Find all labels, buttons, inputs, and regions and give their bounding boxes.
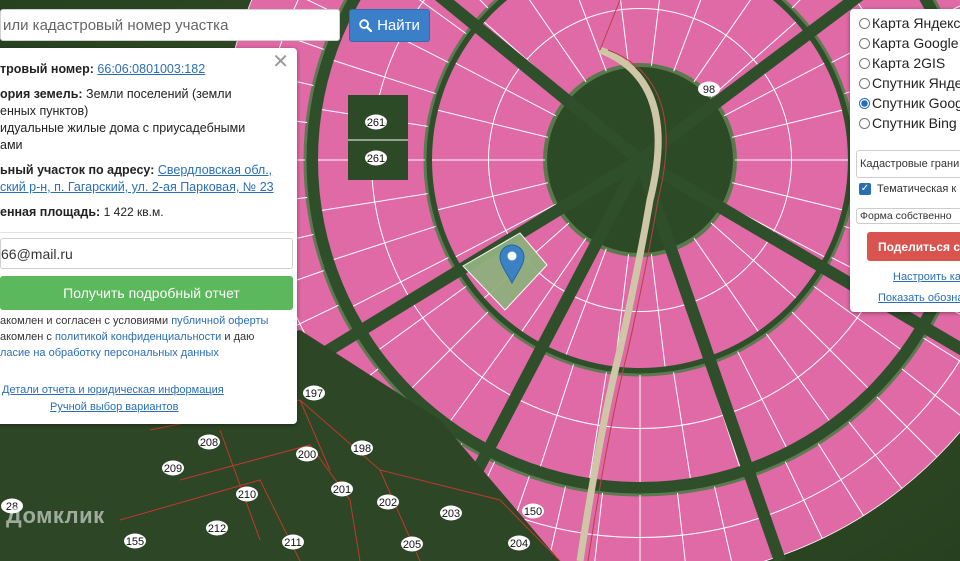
- search-icon: [359, 19, 373, 32]
- terms-line-2-text: акомлен с: [0, 331, 52, 343]
- map-layer-option[interactable]: Спутник Goog: [859, 95, 960, 111]
- show-legend-link[interactable]: Показать обозна: [878, 292, 960, 304]
- personal-data-consent-link[interactable]: ласие на обработку персональных данных: [0, 347, 219, 359]
- lot-number-label: 150: [524, 506, 542, 518]
- configure-map-link[interactable]: Настроить кар: [893, 271, 960, 283]
- public-offer-link[interactable]: публичной оферты: [171, 315, 268, 327]
- lot-number-label: 261: [367, 153, 385, 165]
- lot-number-label: 98: [703, 84, 715, 96]
- lot-number-label: 203: [442, 508, 460, 520]
- lot-number-label: 209: [164, 463, 182, 475]
- address-link-2-text[interactable]: ский р-н, п. Гагарский, ул. 2-ая Паркова…: [0, 180, 274, 194]
- lot-number-label: 197: [305, 388, 323, 400]
- area-label: енная площадь:: [0, 205, 101, 219]
- search-button-label: Найти: [377, 17, 420, 34]
- land-category-label: ория земель:: [0, 87, 83, 101]
- radio-icon[interactable]: [859, 17, 870, 29]
- area-row: енная площадь: 1 422 кв.м.: [0, 204, 164, 221]
- lot-number-label: 211: [284, 537, 302, 549]
- terms-line-1: акомлен и согласен с условиями публичной…: [0, 314, 268, 329]
- radio-icon[interactable]: [859, 77, 870, 89]
- email-field[interactable]: [0, 238, 293, 269]
- lot-number-label: 208: [200, 437, 218, 449]
- search-button[interactable]: Найти: [349, 9, 430, 42]
- address-link-2[interactable]: ский р-н, п. Гагарский, ул. 2-ая Паркова…: [0, 179, 274, 196]
- privacy-policy-link[interactable]: политикой конфиденциальности: [55, 331, 221, 343]
- cadastral-number-link[interactable]: 66:06:0801003:182: [97, 62, 205, 76]
- ownership-form-select[interactable]: Форма собственно: [856, 208, 960, 224]
- lot-number-label: 210: [238, 489, 256, 501]
- land-category-value-2: енных пунктов): [0, 104, 89, 118]
- permitted-use-line-2: ами: [0, 138, 23, 152]
- lot-number-label: 200: [298, 449, 316, 461]
- share-link-button[interactable]: Поделиться сс: [867, 232, 960, 261]
- parcel-info-panel: ✕ тровый номер: 66:06:0801003:182 ория з…: [0, 48, 297, 424]
- address-label: ьный участок по адресу:: [0, 163, 155, 177]
- lot-block-261: [348, 95, 408, 180]
- map-layer-option[interactable]: Карта Яндекс: [859, 15, 960, 31]
- area-value: 1 422 кв.м.: [103, 205, 164, 219]
- lot-number-label: 198: [353, 443, 371, 455]
- radio-selected-icon[interactable]: [859, 97, 870, 109]
- panel-divider: [0, 232, 294, 233]
- map-layer-option-label: Спутник Goog: [872, 95, 960, 111]
- radio-icon[interactable]: [859, 117, 870, 129]
- map-layer-option-label: Карта Яндекс: [872, 15, 960, 31]
- search-input[interactable]: [0, 9, 340, 41]
- map-layer-option-label: Карта 2GIS: [872, 55, 946, 71]
- map-layer-option[interactable]: Спутник Янде: [859, 75, 960, 91]
- lot-number-label: 261: [367, 117, 385, 129]
- lot-number-label: 212: [208, 523, 226, 535]
- thematic-map-label: Тематическая к: [877, 183, 957, 195]
- map-layers-panel: Карта Яндекс Карта Google Карта 2GIS Спутни…: [850, 9, 960, 312]
- address-row: ьный участок по адресу: Свердловская обл…: [0, 162, 272, 179]
- land-category-row: ория земель: Земли поселений (земли: [0, 86, 232, 103]
- lot-number-label: 201: [333, 484, 351, 496]
- report-details-link[interactable]: Детали отчета и юридическая информация: [2, 384, 224, 396]
- land-category-value: Земли поселений (земли: [86, 87, 232, 101]
- map-layer-option-label: Спутник Bing: [872, 115, 957, 131]
- lot-number-label: 205: [403, 539, 421, 551]
- map-layer-option[interactable]: Карта Google: [859, 35, 959, 51]
- terms-line-3: ласие на обработку персональных данных: [0, 346, 219, 361]
- address-link-1[interactable]: Свердловская обл.,: [158, 163, 272, 177]
- map-layer-option-label: Карта Google: [872, 35, 959, 51]
- checkbox-checked-icon[interactable]: ✓: [859, 183, 871, 195]
- manual-choice-link[interactable]: Ручной выбор вариантов: [50, 401, 178, 413]
- lot-number-label: 204: [510, 538, 528, 550]
- radio-icon[interactable]: [859, 37, 870, 49]
- map-layer-option[interactable]: Карта 2GIS: [859, 55, 945, 71]
- map-layer-option[interactable]: Спутник Bing: [859, 115, 957, 131]
- get-report-button[interactable]: Получить подробный отчет: [0, 276, 293, 310]
- map-layer-option-label: Спутник Янде: [872, 75, 960, 91]
- cadastral-number-row: тровый номер: 66:06:0801003:182: [0, 61, 205, 78]
- cadastral-boundaries-select[interactable]: Кадастровые грани: [856, 150, 960, 178]
- terms-line-2: акомлен с политикой конфиденциальности и…: [0, 330, 254, 345]
- radio-icon[interactable]: [859, 57, 870, 69]
- terms-line-1-text: акомлен и согласен с условиями: [0, 315, 169, 327]
- cadastral-number-label: тровый номер:: [0, 62, 94, 76]
- permitted-use-line-1: идуальные жилые дома с приусадебными: [0, 121, 246, 135]
- terms-line-2-post: и даю: [224, 331, 255, 343]
- lot-number-label: 202: [379, 497, 397, 509]
- thematic-map-toggle[interactable]: ✓ Тематическая к: [859, 183, 956, 195]
- domclick-watermark: Домклик: [6, 503, 105, 528]
- lot-number-label: 155: [126, 536, 144, 548]
